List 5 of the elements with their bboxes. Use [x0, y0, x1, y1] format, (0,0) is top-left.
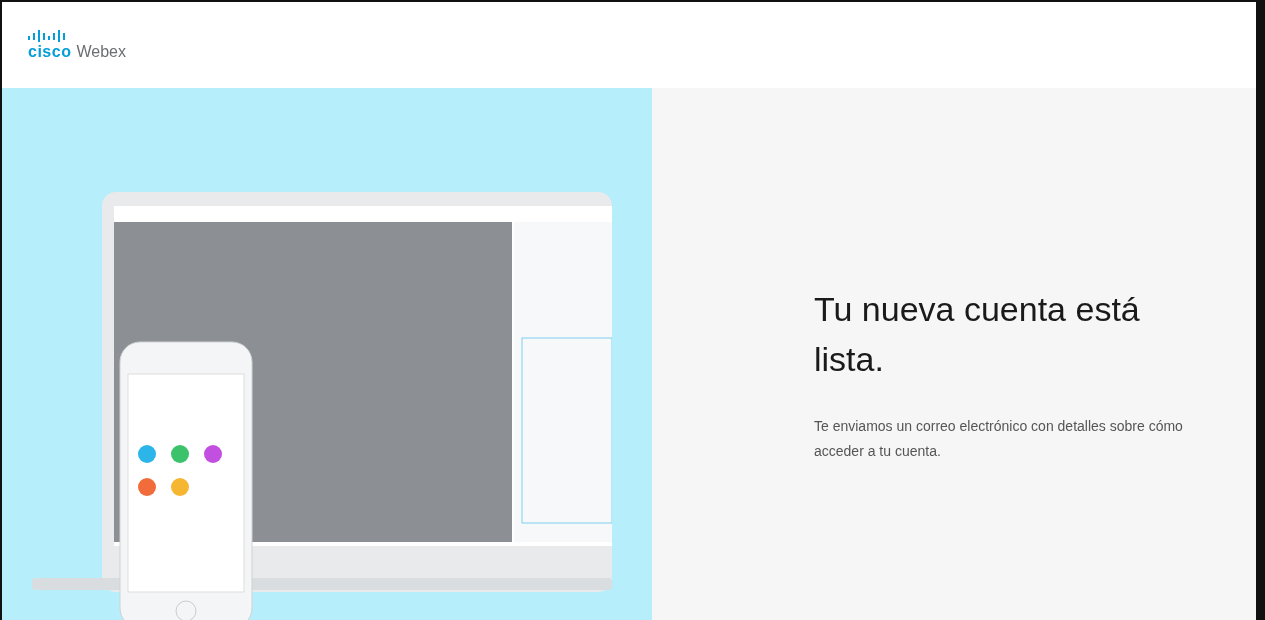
- message-title: Tu nueva cuenta está lista.: [814, 289, 1141, 380]
- logo-product-text: Webex: [76, 42, 126, 61]
- logo-brand-text: cisco: [28, 42, 72, 61]
- message-text: Te enviamos un correo electrónico con detalles sobre cómo acceder a tu cuenta.: [814, 417, 1184, 461]
- logo-bars-icon: [28, 29, 66, 42]
